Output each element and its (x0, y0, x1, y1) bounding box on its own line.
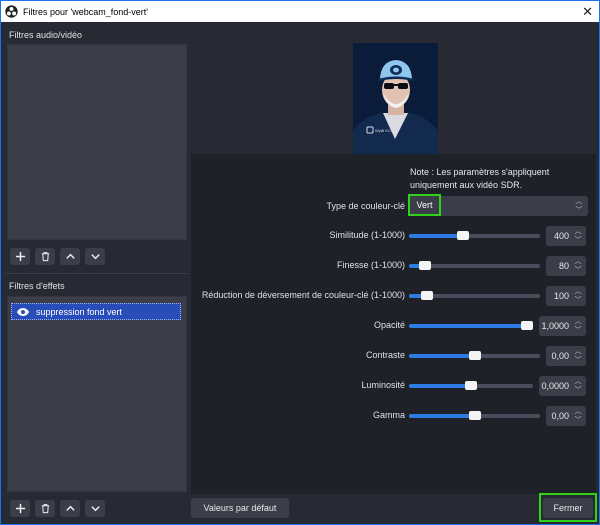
smoothness-label: Finesse (1-1000) (336, 260, 405, 270)
brightness-value: 0,0000 (541, 381, 569, 391)
effect-filter-label: suppression fond vert (36, 306, 123, 317)
spill-slider[interactable] (409, 291, 540, 300)
spill-spinbox[interactable]: 100 ︿ ﹀ (546, 286, 586, 306)
similarity-value: 400 (553, 231, 569, 241)
gamma-value: 0,00 (551, 411, 569, 421)
contrast-slider[interactable] (409, 351, 540, 360)
similarity-label: Similitude (1-1000) (329, 230, 405, 240)
smoothness-spinbox[interactable]: 80 ︿ ﹀ (546, 256, 586, 276)
webcam-preview: Wyliii KCM (353, 43, 438, 154)
spin-arrows-icon[interactable]: ︿ ﹀ (573, 378, 583, 394)
chevron-down-icon (90, 506, 100, 512)
move-effect-up-button[interactable] (60, 500, 80, 517)
key-color-type-value[interactable]: Vert (408, 194, 441, 216)
similarity-slider-fill (409, 234, 463, 238)
contrast-slider-handle[interactable] (468, 351, 481, 360)
audio-video-filters-label: Filtres audio/vidéo (9, 30, 83, 40)
spill-value: 100 (553, 291, 569, 301)
person-image: Wyliii KCM (353, 43, 438, 154)
spin-arrows-icon[interactable]: ︿ ﹀ (573, 228, 583, 244)
spin-arrows-icon[interactable]: ︿ ﹀ (573, 288, 583, 304)
opacity-slider-fill (409, 324, 527, 328)
gamma-spinbox[interactable]: 0,00 ︿ ﹀ (546, 406, 586, 426)
spin-arrows-icon[interactable]: ︿ ﹀ (573, 318, 583, 334)
panel-divider (5, 273, 188, 274)
chevron-up-icon (65, 505, 75, 511)
opacity-value: 1,0000 (541, 321, 569, 331)
key-color-type-label: Type de couleur-clé (326, 201, 405, 211)
gamma-slider[interactable] (409, 411, 540, 420)
effect-filters-toolbar (10, 500, 105, 517)
preview-area: Wyliii KCM (191, 27, 596, 154)
window-title: Filtres pour 'webcam_fond-vert' (23, 6, 148, 17)
opacity-spinbox[interactable]: 1,0000 ︿ ﹀ (539, 316, 586, 336)
smoothness-slider[interactable] (409, 261, 540, 270)
eye-icon[interactable] (16, 307, 30, 317)
move-effect-down-button[interactable] (85, 500, 105, 517)
close-button-highlight: Fermer (539, 493, 597, 522)
brightness-slider[interactable] (409, 381, 533, 390)
contrast-spinbox[interactable]: 0,00 ︿ ﹀ (546, 346, 586, 366)
smoothness-slider-handle[interactable] (418, 261, 431, 270)
brightness-label: Luminosité (361, 380, 405, 390)
gamma-slider-handle[interactable] (468, 411, 481, 420)
trash-icon (41, 504, 49, 514)
gamma-label: Gamma (372, 410, 405, 420)
brightness-spinbox[interactable]: 0,0000 ︿ ﹀ (539, 376, 586, 396)
close-button[interactable]: Fermer (543, 497, 593, 518)
gamma-slider-fill (409, 414, 475, 418)
sdr-note: Note : Les paramètres s'appliquent uniqu… (410, 167, 550, 190)
smoothness-value: 80 (558, 261, 569, 271)
opacity-slider-handle[interactable] (521, 321, 533, 330)
opacity-label: Opacité (373, 320, 405, 330)
remove-effect-button[interactable] (35, 500, 55, 517)
add-effect-button[interactable] (10, 500, 30, 517)
similarity-slider-handle[interactable] (456, 231, 469, 240)
opacity-slider[interactable] (409, 321, 533, 330)
spin-arrows-icon[interactable]: ︿ ﹀ (573, 348, 583, 364)
contrast-value: 0,00 (551, 351, 569, 361)
contrast-label: Contraste (365, 350, 405, 360)
spill-label: Réduction de déversement de couleur-clé … (201, 290, 405, 300)
brightness-slider-fill (409, 384, 471, 388)
select-arrows-icon: ︿ ﹀ (575, 198, 583, 214)
spin-arrows-icon[interactable]: ︿ ﹀ (573, 408, 583, 424)
similarity-slider[interactable] (409, 231, 540, 240)
title-bar: Filtres pour 'webcam_fond-vert' ✕ (0, 0, 600, 22)
close-window-icon[interactable]: ✕ (582, 4, 593, 20)
spin-arrows-icon[interactable]: ︿ ﹀ (573, 258, 583, 274)
defaults-button[interactable]: Valeurs par défaut (191, 498, 289, 518)
brightness-slider-handle[interactable] (465, 381, 477, 390)
obs-logo-icon (5, 5, 18, 18)
contrast-slider-fill (409, 354, 475, 358)
add-icon (15, 503, 25, 514)
spill-slider-handle[interactable] (420, 291, 433, 300)
jacket-text: Wyliii KCM (375, 128, 394, 133)
similarity-spinbox[interactable]: 400 ︿ ﹀ (546, 226, 586, 246)
effect-filter-item[interactable]: suppression fond vert (11, 303, 181, 320)
